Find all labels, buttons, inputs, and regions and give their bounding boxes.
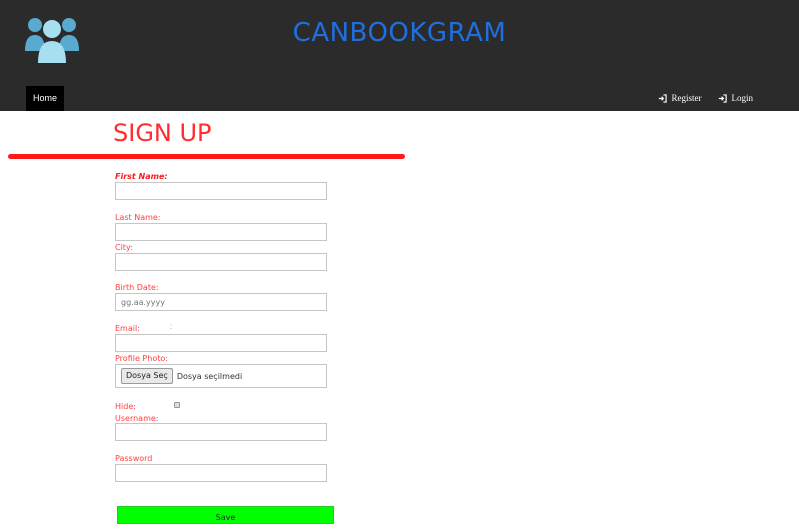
brand-title[interactable]: CANBOOKGRAM [0,18,799,48]
login-arrow-icon [658,93,667,103]
profile-photo-file-input: Dosya Seç Dosya seçilmedi [115,364,327,388]
page-title: SIGN UP [113,119,212,147]
last-name-label: Last Name: [115,213,161,222]
password-label: Password [115,454,153,463]
email-label: Email: [115,324,140,333]
save-button[interactable]: Save [117,506,334,524]
navbar: CANBOOKGRAM Home Register Login [0,0,799,111]
profile-photo-label: Profile Photo: [115,354,168,363]
login-arrow-icon [718,93,727,103]
nav-login-label: Login [731,93,754,103]
username-label: Username: [115,414,159,423]
nav-right: Register Login [658,93,754,103]
first-name-label: First Name: [115,172,168,181]
nav-register-label: Register [671,93,702,103]
last-name-input[interactable] [115,223,327,241]
birth-date-input[interactable] [115,293,327,311]
email-input[interactable] [115,334,327,352]
nav-register[interactable]: Register [658,93,702,103]
hide-label: Hide: [115,402,136,411]
hide-checkbox[interactable] [174,402,180,408]
choose-file-button[interactable]: Dosya Seç [121,368,173,384]
nav-login[interactable]: Login [718,93,754,103]
username-input[interactable] [115,423,327,441]
city-label: City: [115,243,133,252]
file-status: Dosya seçilmedi [176,371,243,381]
nav-home[interactable]: Home [26,86,64,111]
title-divider [8,154,405,159]
email-colon: : [170,322,173,331]
city-input[interactable] [115,253,327,271]
first-name-input[interactable] [115,182,327,200]
birth-date-label: Birth Date: [115,283,159,292]
password-input[interactable] [115,464,327,482]
